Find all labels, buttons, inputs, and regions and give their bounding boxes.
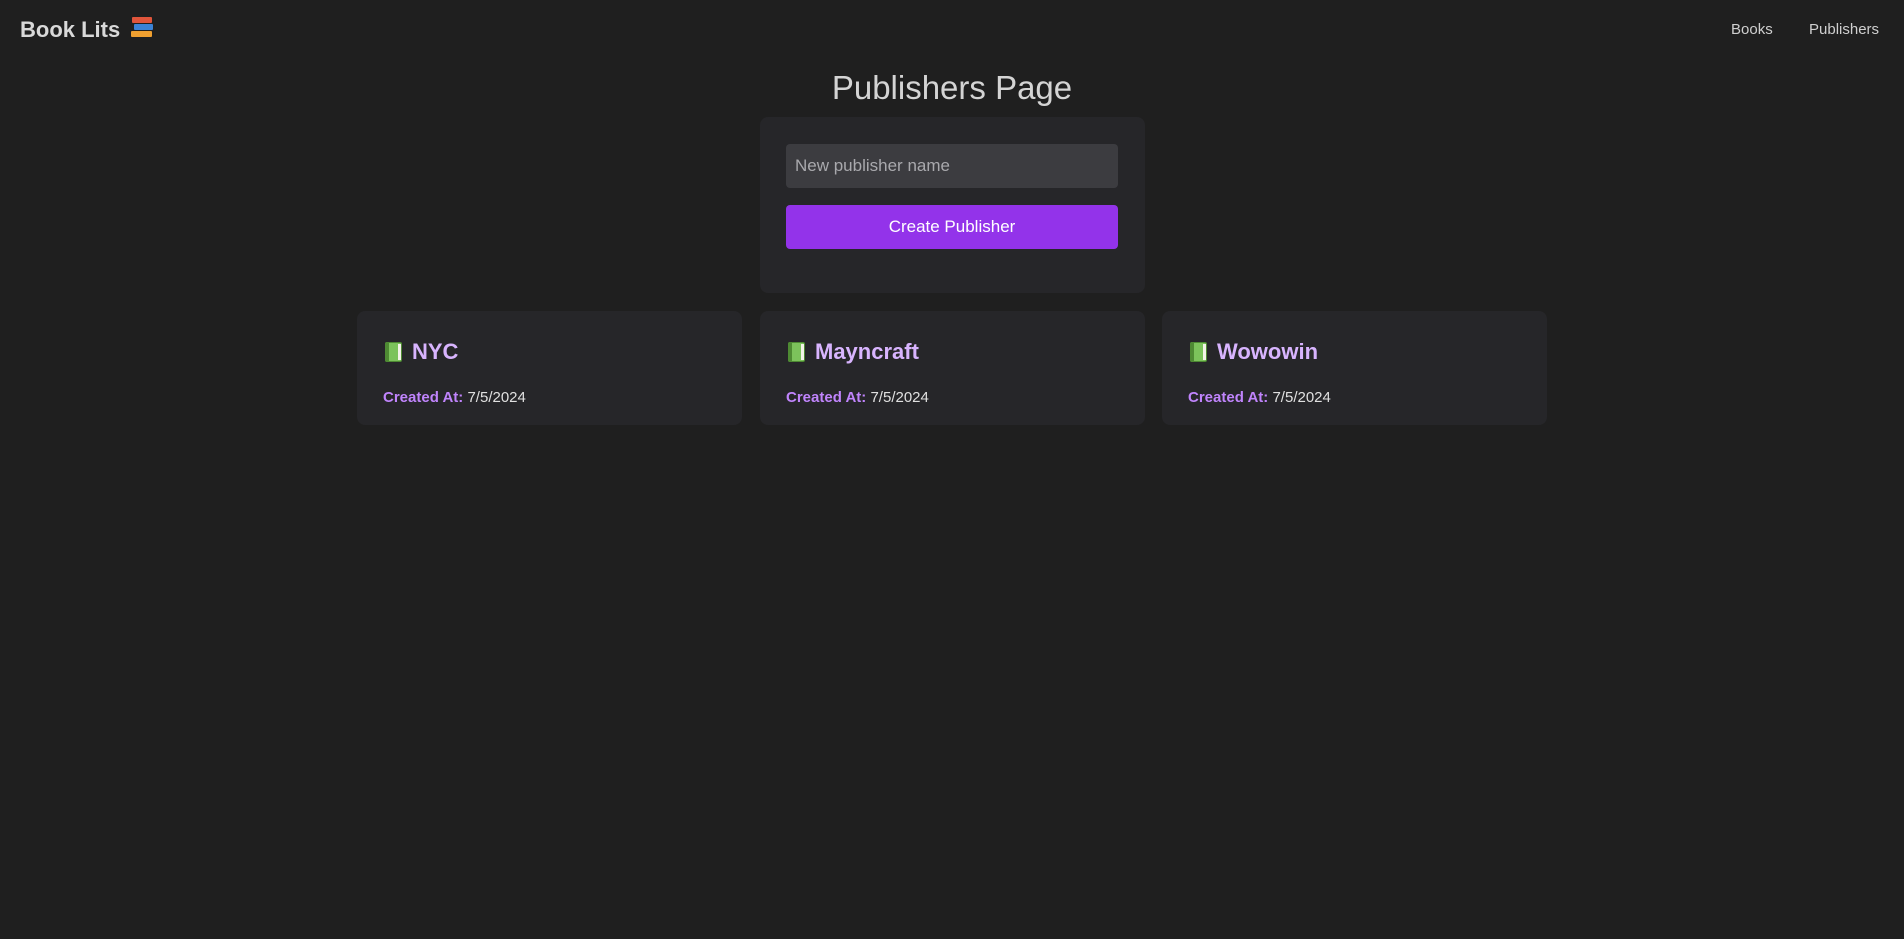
green-book-icon	[1188, 341, 1208, 363]
publisher-name-input[interactable]	[786, 144, 1118, 188]
created-at-label: Created At:	[383, 389, 464, 406]
page-title: Publishers Page	[831, 69, 1073, 106]
brand-logo[interactable]: Book Lits	[20, 16, 156, 44]
publisher-name-row: Mayncraft	[786, 337, 919, 367]
created-at-label: Created At:	[786, 389, 867, 406]
publisher-card: NYC Created At: 7/5/2024	[357, 311, 742, 425]
green-book-icon	[383, 341, 403, 363]
publisher-created-at: Created At: 7/5/2024	[383, 389, 526, 407]
navbar: Book Lits Books Publishers	[0, 0, 1904, 60]
publisher-name-row: NYC	[383, 337, 458, 367]
publisher-created-at: Created At: 7/5/2024	[1188, 389, 1331, 407]
books-stack-icon	[130, 17, 156, 41]
create-publisher-button[interactable]: Create Publisher	[786, 205, 1118, 249]
nav-link-books[interactable]: Books	[1731, 20, 1773, 40]
created-at-value: 7/5/2024	[1272, 389, 1331, 406]
publisher-card: Wowowin Created At: 7/5/2024	[1162, 311, 1547, 425]
create-publisher-form: Create Publisher	[760, 117, 1145, 293]
green-book-icon	[786, 341, 806, 363]
created-at-value: 7/5/2024	[467, 389, 526, 406]
created-at-value: 7/5/2024	[870, 389, 929, 406]
created-at-label: Created At:	[1188, 389, 1269, 406]
publisher-created-at: Created At: 7/5/2024	[786, 389, 929, 407]
brand-title: Book Lits	[20, 17, 121, 42]
publisher-card: Mayncraft Created At: 7/5/2024	[760, 311, 1145, 425]
publisher-name: Wowowin	[1217, 339, 1319, 364]
nav-link-publishers[interactable]: Publishers	[1809, 20, 1879, 40]
publisher-name-row: Wowowin	[1188, 337, 1318, 367]
publisher-name: Mayncraft	[815, 339, 919, 364]
publisher-name: NYC	[412, 339, 459, 364]
